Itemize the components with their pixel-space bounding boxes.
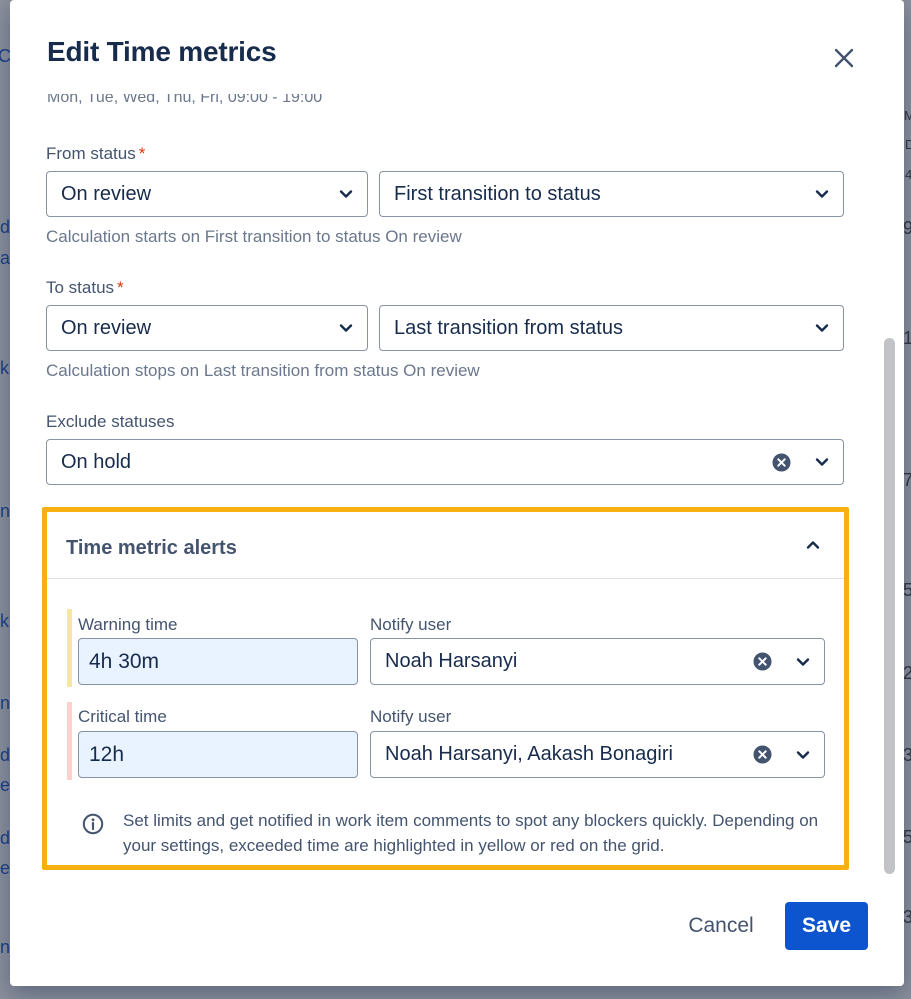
to-status-helper: Calculation stops on Last transition fro… [46, 361, 480, 380]
chevron-down-icon [815, 324, 829, 332]
clear-icon[interactable] [772, 453, 791, 472]
critical-notify-user-select[interactable]: Noah Harsanyi, Aakash Bonagiri [370, 731, 825, 778]
chevron-down-icon [815, 190, 829, 198]
background-text: e [0, 858, 11, 878]
time-metric-alerts-panel: Time metric alerts Warning time 4h 30m N… [42, 507, 849, 870]
exclude-statuses-select[interactable]: On hold [46, 439, 844, 485]
background-text: d [0, 217, 11, 237]
background-text: d [0, 745, 11, 765]
chevron-down-icon [796, 657, 810, 666]
from-transition-select[interactable]: First transition to status [379, 171, 844, 217]
alerts-panel-header[interactable]: Time metric alerts [47, 512, 844, 579]
background-text: 7 [903, 470, 911, 490]
from-status-label: From status * [46, 144, 146, 163]
chevron-down-icon [339, 324, 353, 332]
background-text: D [905, 137, 911, 152]
critical-indicator-bar [67, 702, 72, 780]
background-text: Ma [904, 108, 911, 123]
save-button[interactable]: Save [785, 902, 868, 950]
background-text: a [0, 248, 11, 268]
background-text: 5 [903, 827, 911, 847]
background-text: d [0, 828, 11, 848]
background-text: 3 [903, 745, 911, 765]
critical-notify-user-label: Notify user [370, 707, 452, 726]
background-text: 1 [903, 328, 911, 348]
calendar-schedule-text: Mon, Tue, Wed, Thu, Fri, 09:00 - 19:00 [47, 94, 323, 106]
to-transition-select[interactable]: Last transition from status [379, 305, 844, 351]
close-icon[interactable] [830, 44, 858, 72]
chevron-down-icon [796, 750, 810, 759]
background-text: k [0, 611, 9, 631]
from-status-select[interactable]: On review [46, 171, 368, 217]
background-text: 3 [903, 907, 911, 927]
warning-notify-user-select[interactable]: Noah Harsanyi [370, 638, 825, 685]
background-text: k [0, 358, 9, 378]
background-text: 2 [903, 663, 911, 683]
exclude-statuses-label: Exclude statuses [46, 412, 175, 431]
clear-icon[interactable] [753, 652, 772, 671]
warning-indicator-bar [67, 609, 72, 687]
from-status-helper: Calculation starts on First transition t… [46, 227, 462, 246]
alerts-panel-title: Time metric alerts [66, 537, 237, 559]
dialog-scrollbar[interactable] [884, 338, 895, 874]
chevron-up-icon[interactable] [806, 540, 820, 550]
warning-time-label: Warning time [78, 615, 178, 634]
edit-time-metrics-dialog: Edit Time metrics Mon, Tue, Wed, Thu, Fr… [10, 0, 904, 986]
background-text: n [0, 937, 11, 957]
dialog-title: Edit Time metrics [47, 36, 277, 67]
background-text: 4 [905, 167, 911, 182]
info-icon [82, 813, 104, 835]
warning-time-input[interactable]: 4h 30m [78, 638, 358, 685]
to-status-select[interactable]: On review [46, 305, 368, 351]
critical-time-label: Critical time [78, 707, 167, 726]
chevron-down-icon [815, 458, 829, 466]
warning-notify-user-label: Notify user [370, 615, 452, 634]
cancel-button[interactable]: Cancel [673, 903, 769, 949]
alerts-info-text: Set limits and get notified in work item… [123, 811, 819, 855]
background-text: e [0, 775, 11, 795]
to-status-label: To status * [46, 278, 124, 297]
background-text: 5 [903, 580, 911, 600]
clear-icon[interactable] [753, 745, 772, 764]
critical-time-input[interactable]: 12h [78, 731, 358, 778]
background-text: 9 [903, 218, 911, 238]
chevron-down-icon [339, 190, 353, 198]
